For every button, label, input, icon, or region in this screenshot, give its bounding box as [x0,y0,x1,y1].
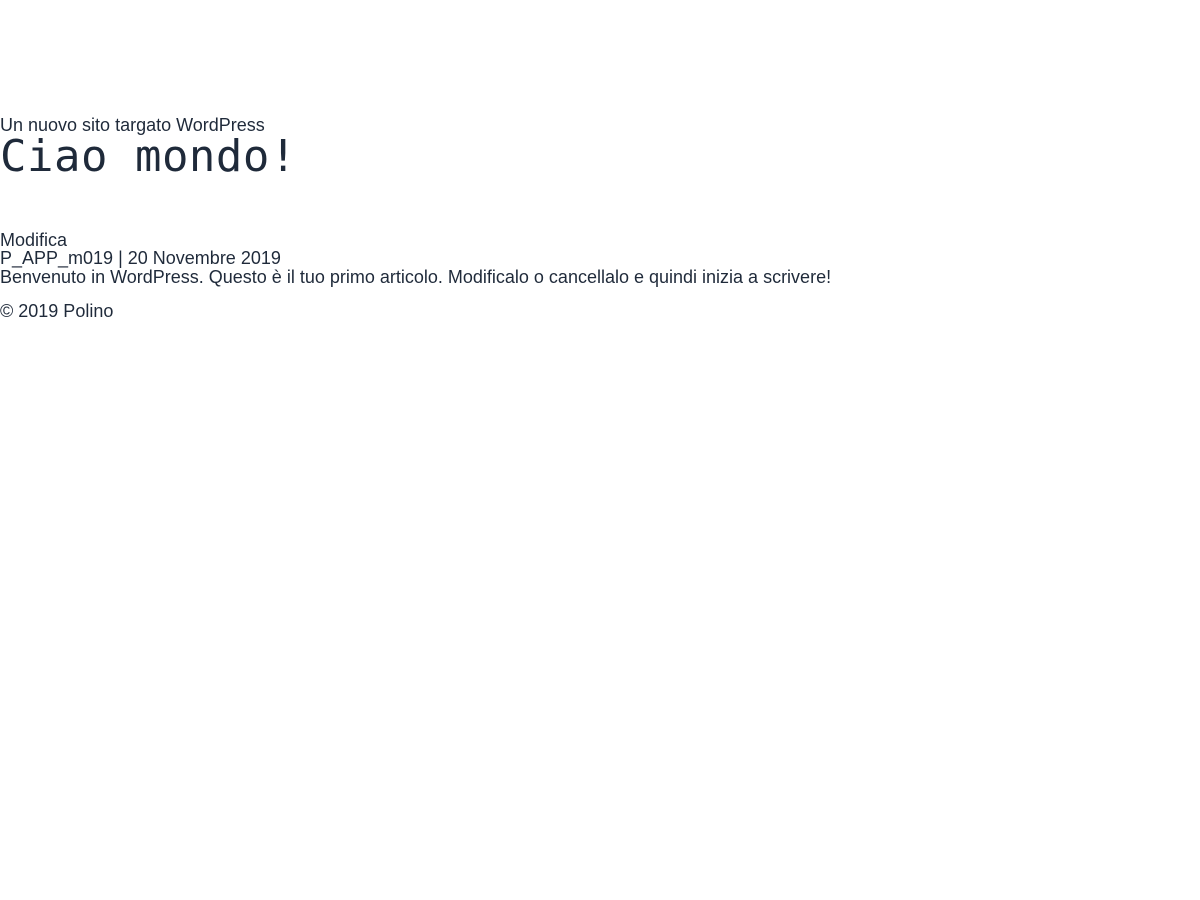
post-date-link[interactable]: 20 Novembre 2019 [128,248,281,268]
page: Un nuovo sito targato WordPress Ciao mon… [0,0,1200,900]
meta-separator: | [113,248,128,268]
post-title[interactable]: Ciao mondo! [0,132,297,182]
post-meta: P_APP_m019 | 20 Novembre 2019 [0,248,281,268]
post-author-link[interactable]: P_APP_m019 [0,248,113,268]
edit-post-link[interactable]: Modifica [0,230,67,250]
post-content: Benvenuto in WordPress. Questo è il tuo … [0,267,832,287]
footer-copyright: © 2019 Polino [0,301,114,321]
